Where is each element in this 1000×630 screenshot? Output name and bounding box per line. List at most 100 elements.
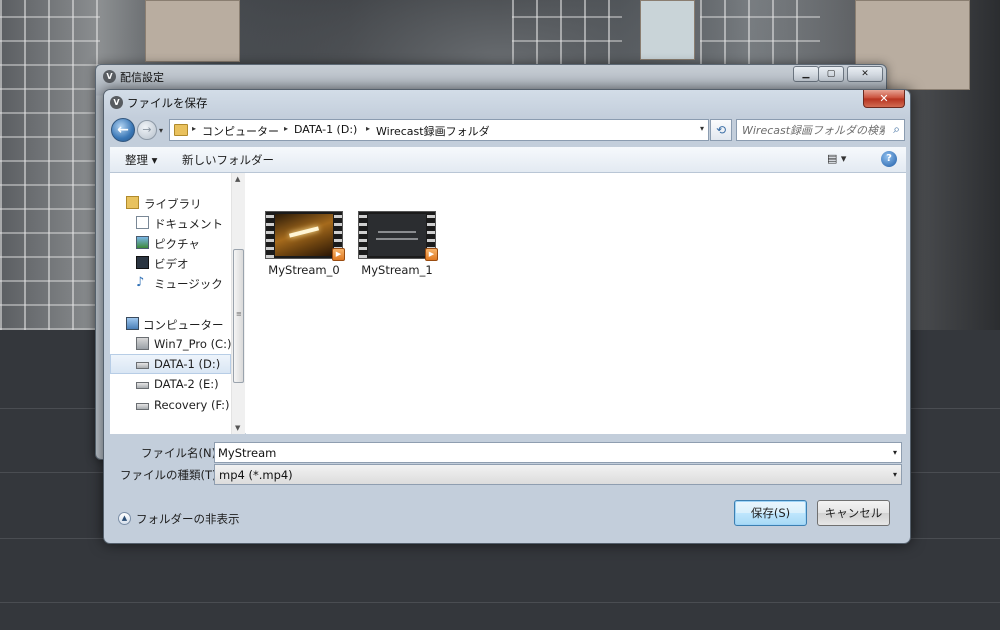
nav-item-label: ドキュメント bbox=[154, 217, 223, 231]
crumb-separator[interactable]: ▸ bbox=[366, 124, 370, 133]
video-thumbnail: ▶ bbox=[265, 211, 345, 261]
view-options-button[interactable]: ▤ ▾ bbox=[827, 152, 846, 165]
hide-folders-toggle[interactable]: ▲ フォルダーの非表示 bbox=[118, 510, 248, 528]
documents-icon bbox=[136, 216, 149, 229]
app-logo-icon: V bbox=[103, 70, 116, 83]
cancel-button[interactable]: キャンセル bbox=[817, 500, 890, 526]
drive-icon bbox=[136, 382, 149, 389]
nav-item-videos[interactable]: ビデオ bbox=[110, 253, 231, 273]
nav-item-label: コンピューター bbox=[143, 318, 224, 332]
refresh-button[interactable]: ⟲ bbox=[710, 119, 732, 141]
wire-rack-left bbox=[0, 0, 100, 330]
folder-icon bbox=[174, 124, 188, 136]
thumbnail-frame bbox=[368, 214, 426, 256]
back-button[interactable]: ← bbox=[111, 118, 135, 142]
file-item-mystream-1[interactable]: ▶ MyStream_1 bbox=[349, 201, 439, 277]
scroll-up-arrow-icon[interactable]: ▲ bbox=[235, 175, 240, 183]
nav-item-label: ライブラリ bbox=[144, 197, 202, 211]
grip-icon: ≡ bbox=[236, 310, 242, 318]
play-icon: ▶ bbox=[332, 248, 345, 261]
chevron-down-icon[interactable]: ▾ bbox=[893, 448, 897, 457]
nav-item-documents[interactable]: ドキュメント bbox=[110, 213, 231, 233]
ceiling-light-shape bbox=[288, 226, 320, 238]
nav-item-label: Win7_Pro (C:) bbox=[154, 337, 232, 351]
drive-icon bbox=[136, 362, 149, 369]
background-divider bbox=[0, 602, 1000, 603]
search-box[interactable]: ⌕ bbox=[736, 119, 905, 141]
scrollbar-thumb[interactable]: ≡ bbox=[233, 249, 244, 383]
app-logo-icon: V bbox=[110, 96, 123, 109]
thumbnail-frame bbox=[275, 214, 333, 256]
organize-button[interactable]: 整理 ▾ bbox=[125, 152, 157, 168]
search-input[interactable] bbox=[737, 120, 885, 140]
video-thumbnail: ▶ bbox=[358, 211, 438, 261]
dialog-title: ファイルを保存 bbox=[127, 96, 208, 110]
nav-item-drive-f[interactable]: Recovery (F:) bbox=[110, 395, 231, 415]
nav-pane-scrollbar[interactable]: ▲ ≡ ▼ bbox=[231, 173, 245, 434]
nav-item-label: ビデオ bbox=[154, 257, 189, 271]
hide-folders-label: フォルダーの非表示 bbox=[136, 512, 240, 526]
crumb-separator[interactable]: ▸ bbox=[192, 124, 196, 133]
thumbnail-text-line bbox=[378, 231, 416, 233]
breadcrumb[interactable]: ▸ コンピューター ▸ DATA-1 (D:) ▸ Wirecast録画フォルダ… bbox=[169, 119, 709, 141]
filetype-value: mp4 (*.mp4) bbox=[219, 468, 293, 482]
file-list-pane[interactable]: ▶ MyStream_0 ▶ MyStream_1 bbox=[246, 173, 906, 434]
filename-combobox[interactable]: ▾ bbox=[214, 442, 902, 463]
pictures-icon bbox=[136, 236, 149, 249]
close-button[interactable]: ✕ bbox=[863, 90, 905, 108]
nav-item-label: Recovery (F:) bbox=[154, 398, 230, 412]
filetype-select[interactable]: mp4 (*.mp4) ▾ bbox=[214, 464, 902, 485]
new-folder-button[interactable]: 新しいフォルダー bbox=[182, 152, 274, 168]
explorer-area: ライブラリ ドキュメント ピクチャ ビデオ ♪ ミュージック コンピューター W… bbox=[110, 173, 906, 434]
product-box-left bbox=[145, 0, 240, 62]
navigation-pane: ライブラリ ドキュメント ピクチャ ビデオ ♪ ミュージック コンピューター W… bbox=[110, 173, 231, 434]
chevron-down-icon[interactable]: ▾ bbox=[893, 470, 897, 479]
film-strip-edge bbox=[266, 212, 274, 258]
computer-icon bbox=[126, 317, 139, 330]
nav-item-drive-c[interactable]: Win7_Pro (C:) bbox=[110, 334, 231, 354]
crumb-computer[interactable]: コンピューター bbox=[202, 123, 279, 139]
film-strip-edge bbox=[359, 212, 367, 258]
crumb-folder[interactable]: Wirecast録画フォルダ bbox=[376, 123, 490, 139]
file-item-mystream-0[interactable]: ▶ MyStream_0 bbox=[256, 201, 346, 277]
nav-item-computer[interactable]: コンピューター bbox=[110, 314, 231, 334]
filename-label: ファイル名(N): bbox=[141, 446, 220, 460]
nav-item-label: ピクチャ bbox=[154, 237, 200, 251]
save-file-dialog: V ファイルを保存 ✕ ← → ▾ ▸ コンピューター ▸ DATA-1 (D:… bbox=[103, 89, 911, 544]
recent-locations-dropdown[interactable]: ▾ bbox=[159, 126, 163, 135]
filetype-label: ファイルの種類(T): bbox=[120, 468, 221, 482]
forward-button[interactable]: → bbox=[137, 120, 157, 140]
nav-item-label: ミュージック bbox=[154, 277, 223, 291]
dialog-title-bar[interactable]: V ファイルを保存 ✕ bbox=[104, 90, 910, 114]
nav-item-library[interactable]: ライブラリ bbox=[110, 193, 231, 213]
nav-item-music[interactable]: ♪ ミュージック bbox=[110, 273, 231, 293]
crumb-separator[interactable]: ▸ bbox=[284, 124, 288, 133]
file-name: MyStream_0 bbox=[268, 263, 340, 277]
toolbar: 整理 ▾ 新しいフォルダー ▤ ▾ ? bbox=[110, 147, 906, 173]
scroll-down-arrow-icon[interactable]: ▼ bbox=[235, 424, 240, 432]
parent-window-title: 配信設定 bbox=[120, 71, 164, 84]
address-row: ← → ▾ ▸ コンピューター ▸ DATA-1 (D:) ▸ Wirecast… bbox=[111, 118, 905, 144]
nav-item-label: DATA-1 (D:) bbox=[154, 357, 221, 371]
chevron-up-icon: ▲ bbox=[118, 512, 131, 525]
play-icon: ▶ bbox=[425, 248, 438, 261]
system-drive-icon bbox=[136, 337, 149, 350]
nav-item-drive-e[interactable]: DATA-2 (E:) bbox=[110, 374, 231, 394]
search-icon[interactable]: ⌕ bbox=[893, 122, 900, 137]
nav-item-pictures[interactable]: ピクチャ bbox=[110, 233, 231, 253]
nav-item-label: DATA-2 (E:) bbox=[154, 377, 219, 391]
save-button[interactable]: 保存(S) bbox=[734, 500, 807, 526]
parent-close-button[interactable]: ✕ bbox=[847, 66, 883, 82]
nav-item-drive-d[interactable]: DATA-1 (D:) bbox=[110, 354, 231, 374]
product-box-center bbox=[640, 0, 695, 60]
library-icon bbox=[126, 196, 139, 209]
minimize-button[interactable]: ▁ bbox=[793, 66, 819, 82]
crumb-drive[interactable]: DATA-1 (D:) bbox=[294, 123, 357, 136]
drive-icon bbox=[136, 403, 149, 410]
maximize-button[interactable]: ▢ bbox=[818, 66, 844, 82]
file-name: MyStream_1 bbox=[361, 263, 433, 277]
help-icon[interactable]: ? bbox=[881, 151, 897, 167]
thumbnail-text-line bbox=[376, 238, 418, 240]
filename-input[interactable] bbox=[215, 443, 885, 462]
chevron-down-icon[interactable]: ▾ bbox=[700, 124, 704, 133]
